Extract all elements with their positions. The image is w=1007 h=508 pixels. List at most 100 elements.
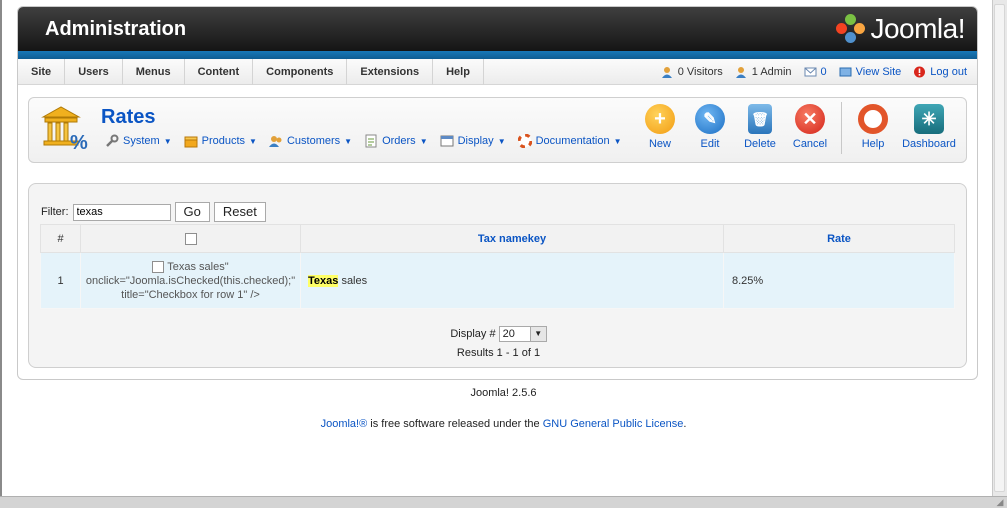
namekey-highlight: Texas [308, 274, 339, 287]
submenu-documentation[interactable]: Documentation ▼ [517, 134, 622, 148]
new-button[interactable]: + New [635, 102, 685, 154]
logout-label: Log out [930, 66, 967, 78]
lifebuoy-icon [517, 134, 532, 148]
header-tax-namekey[interactable]: Tax namekey [300, 224, 724, 253]
submenu-products-label: Products [201, 135, 246, 147]
admin-header: Administration Joomla! [18, 7, 977, 51]
chevron-down-icon: ▼ [163, 136, 172, 146]
submenu-orders-label: Orders [382, 135, 416, 147]
scrollbar-thumb[interactable] [994, 4, 1005, 492]
joomla-logo-icon [836, 14, 866, 44]
display-row: Display # 20 ▼ [29, 326, 968, 342]
chevron-down-icon: ▼ [249, 136, 257, 146]
pencil-icon: ✎ [695, 104, 725, 134]
messages-status[interactable]: 0 [804, 66, 827, 78]
row-checkbox-line1: Texas sales" [81, 260, 300, 274]
results-count: Results 1 - 1 of 1 [456, 347, 541, 359]
chevron-down-icon: ▼ [419, 136, 428, 146]
filter-input[interactable] [72, 203, 171, 221]
row-checkbox-text-3: title="Checkbox for row 1" /> [121, 288, 260, 301]
dashboard-button[interactable]: ✳ Dashboard [898, 102, 960, 154]
filter-row: Filter: Go Reset [41, 202, 266, 222]
row-checkbox-cell: Texas sales" onclick="Joomla.isChecked(t… [80, 252, 301, 309]
cancel-button-label: Cancel [792, 138, 828, 150]
svg-text:%: % [70, 132, 88, 151]
namekey-rest: sales [341, 274, 368, 287]
help-button[interactable]: Help [848, 102, 898, 154]
messages-count: 0 [820, 66, 827, 78]
license-end: . [683, 418, 687, 430]
display-select[interactable]: 20 ▼ [498, 326, 547, 342]
resize-grip-icon[interactable]: ◢ [995, 497, 1005, 507]
reset-button[interactable]: Reset [213, 202, 266, 222]
window-status-bar: ◢ [0, 496, 1007, 508]
page-title: Rates [101, 106, 156, 128]
row-rate: 8.25% [723, 252, 955, 309]
row-checkbox-text-2: onclick="Joomla.isChecked(this.checked);… [85, 274, 296, 287]
display-value: 20 [502, 328, 515, 340]
go-button[interactable]: Go [174, 202, 210, 222]
menu-users[interactable]: Users [65, 59, 123, 85]
submenu-display-label: Display [457, 135, 494, 147]
edit-button[interactable]: ✎ Edit [685, 102, 735, 154]
submenu-display[interactable]: Display ▼ [440, 134, 506, 148]
header-rate[interactable]: Rate [723, 224, 955, 253]
visitors-status: 0 Visitors [661, 66, 723, 78]
table-header-row: # Tax namekey Rate [40, 224, 955, 253]
rates-table: # Tax namekey Rate 1 Texas sales" onclic… [40, 224, 955, 309]
plus-icon: + [645, 104, 675, 134]
submenu-orders[interactable]: Orders ▼ [364, 134, 428, 148]
orders-icon [365, 134, 377, 148]
visitors-count: 0 Visitors [677, 66, 723, 78]
submenu-documentation-label: Documentation [535, 135, 610, 147]
joomla-logo-text: Joomla! [870, 13, 965, 44]
toolbar-buttons: + New ✎ Edit 🗑 Delete ✕ Cancel Help ✳ Da… [635, 102, 960, 154]
check-all-checkbox[interactable] [184, 232, 197, 245]
submenu-customers[interactable]: Customers ▼ [268, 134, 353, 148]
help-button-label: Help [861, 138, 885, 150]
menu-menus[interactable]: Menus [123, 59, 185, 85]
status-bar: 0 Visitors 1 Admin 0 View Site Log out [661, 59, 967, 85]
menu-extensions[interactable]: Extensions [347, 59, 434, 85]
messages-icon [804, 67, 817, 77]
chevron-down-icon: ▼ [344, 136, 353, 146]
row-tax-namekey[interactable]: Texas sales [300, 252, 724, 309]
license-text: is free software released under the [367, 418, 543, 430]
header-num: # [40, 224, 81, 253]
products-box-icon [184, 136, 198, 148]
view-site-label: View Site [855, 66, 902, 78]
toolbar-separator [841, 102, 842, 154]
view-site-link[interactable]: View Site [839, 66, 902, 78]
header-stripe [18, 51, 977, 59]
window-frame-left [0, 0, 2, 508]
delete-button-label: Delete [744, 138, 776, 150]
row-checkbox[interactable] [152, 260, 165, 273]
menu-content[interactable]: Content [185, 59, 254, 85]
view-site-icon [839, 67, 852, 77]
menu-site[interactable]: Site [18, 59, 66, 85]
pagination: Display # 20 ▼ Results 1 - 1 of 1 [29, 326, 968, 359]
cancel-button[interactable]: ✕ Cancel [785, 102, 835, 154]
new-button-label: New [648, 138, 671, 150]
chevron-down-icon: ▼ [613, 136, 622, 146]
menu-help[interactable]: Help [433, 59, 484, 85]
menubar: Site Users Menus Content Components Exte… [18, 59, 977, 85]
component-submenu: System ▼ Products ▼ Customers ▼ Orders ▼ Dis… [105, 134, 622, 148]
submenu-products[interactable]: Products ▼ [184, 134, 257, 148]
chevron-down-icon: ▼ [529, 327, 546, 341]
joomla-link[interactable]: Joomla!® [321, 418, 368, 430]
dashboard-button-label: Dashboard [902, 138, 956, 150]
main-menu: Site Users Menus Content Components Exte… [18, 59, 484, 85]
delete-button[interactable]: 🗑 Delete [735, 102, 785, 154]
table-row: 1 Texas sales" onclick="Joomla.isChecked… [40, 252, 955, 309]
gpl-link[interactable]: GNU General Public License [543, 418, 684, 430]
menu-components[interactable]: Components [253, 59, 348, 85]
row-num: 1 [40, 252, 81, 309]
dashboard-icon: ✳ [914, 104, 944, 134]
chevron-down-icon: ▼ [497, 136, 506, 146]
submenu-system[interactable]: System ▼ [105, 134, 172, 148]
logout-link[interactable]: Log out [913, 66, 967, 78]
header-checkall [80, 224, 301, 253]
logout-icon [914, 66, 926, 78]
submenu-system-label: System [123, 135, 160, 147]
